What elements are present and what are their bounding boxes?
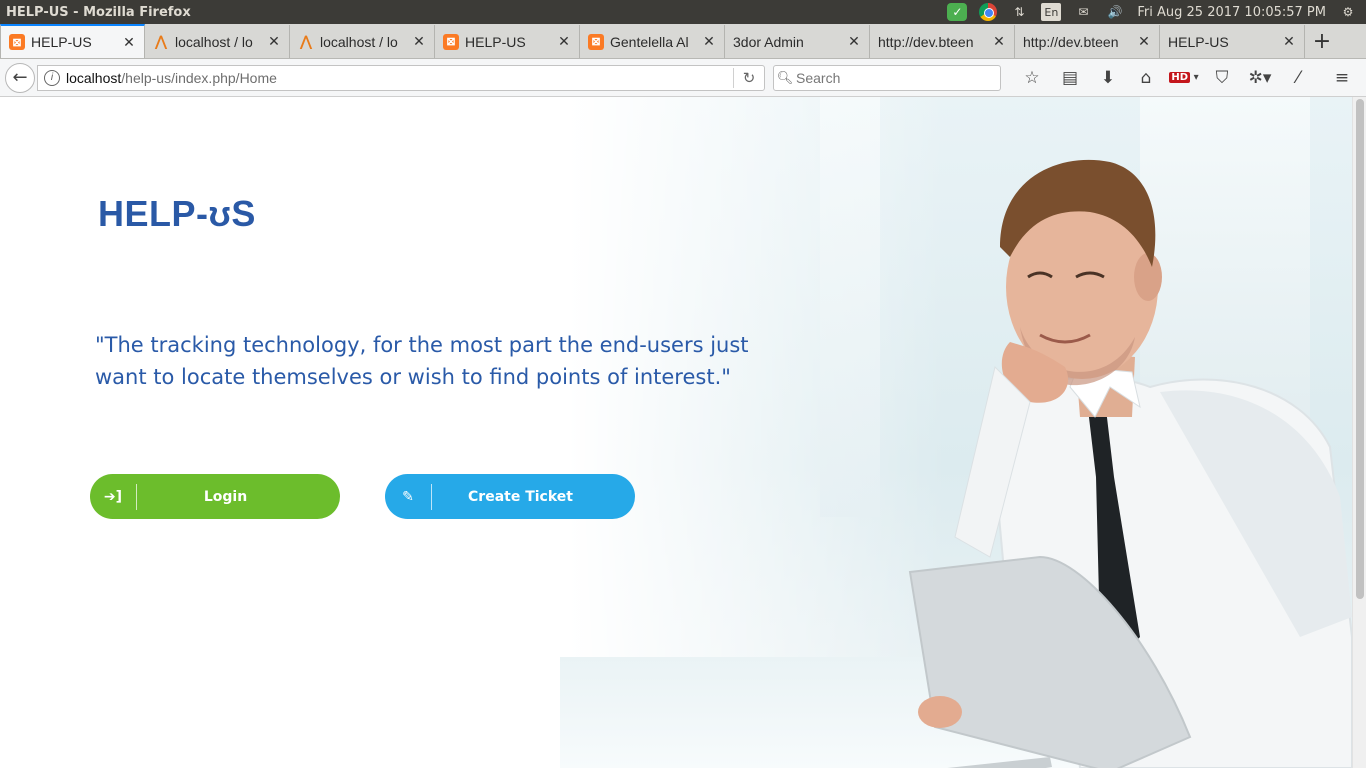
close-icon[interactable]: ✕ <box>992 33 1006 50</box>
edit-icon: ✎ <box>402 488 414 505</box>
xampp-icon: ⊠ <box>588 33 604 50</box>
tab-label: localhost / lo <box>320 33 398 50</box>
tab-label: HELP-US <box>1168 33 1229 50</box>
page-content: HELP-ʊS "The tracking technology, for th… <box>0 97 1352 768</box>
tab-label: http://dev.bteen <box>878 33 974 50</box>
os-top-bar: HELP-US - Mozilla Firefox ✓ ⇅ En ✉ 🔊 Fri… <box>0 0 1366 24</box>
settings-gear-icon[interactable]: ⚙ <box>1338 3 1358 21</box>
volume-icon[interactable]: 🔊 <box>1105 3 1125 21</box>
tab-dev-bteen-1[interactable]: http://dev.bteen ✕ <box>870 25 1015 58</box>
search-icon: 🔍︎ <box>776 69 794 85</box>
tab-label: HELP-US <box>465 33 526 50</box>
page-scrollbar[interactable] <box>1352 97 1366 768</box>
tab-label: Gentelella Al <box>610 33 689 50</box>
login-button-label: Login <box>203 488 248 505</box>
close-icon[interactable]: ✕ <box>412 33 426 50</box>
download-arrow-icon[interactable]: ⬇ <box>1089 63 1127 93</box>
tab-localhost-2[interactable]: ⋀ localhost / lo ✕ <box>290 25 435 58</box>
mail-icon[interactable]: ✉ <box>1073 3 1093 21</box>
dropper-icon[interactable]: ⁄ <box>1279 63 1317 93</box>
hero-quote: "The tracking technology, for the most p… <box>95 333 749 389</box>
tab-label: HELP-US <box>31 34 92 50</box>
close-icon[interactable]: ✕ <box>557 33 571 50</box>
tab-strip: ⊠ HELP-US ✕ ⋀ localhost / lo ✕ ⋀ localho… <box>0 24 1366 59</box>
keyboard-language-indicator[interactable]: En <box>1041 3 1062 21</box>
network-icon[interactable]: ⇅ <box>1009 3 1029 21</box>
update-check-icon[interactable]: ✓ <box>947 3 968 21</box>
close-icon[interactable]: ✕ <box>702 33 716 50</box>
sign-in-icon: ➔] <box>103 488 123 505</box>
window-title: HELP-US - Mozilla Firefox <box>6 4 191 20</box>
tab-gentelella[interactable]: ⊠ Gentelella Al ✕ <box>580 25 725 58</box>
pocket-icon[interactable]: ⛉ <box>1203 63 1241 93</box>
new-tab-plus-icon[interactable]: + <box>1305 25 1339 58</box>
site-info-icon[interactable]: i <box>44 69 60 86</box>
close-icon[interactable]: ✕ <box>267 33 281 50</box>
reload-icon[interactable]: ↻ <box>734 69 764 87</box>
create-ticket-button-label: Create Ticket <box>468 488 573 505</box>
system-tray: ✓ ⇅ En ✉ 🔊 Fri Aug 25 2017 10:05:57 PM ⚙ <box>947 3 1366 21</box>
tab-dev-bteen-2[interactable]: http://dev.bteen ✕ <box>1015 25 1160 58</box>
tab-label: 3dor Admin <box>733 33 804 50</box>
tab-label: localhost / lo <box>175 33 253 50</box>
man-with-laptop-image <box>908 159 1352 768</box>
hamburger-menu-icon[interactable]: ≡ <box>1323 63 1361 93</box>
create-ticket-button[interactable]: ✎ Create Ticket <box>385 474 635 519</box>
tab-help-us-2[interactable]: ⊠ HELP-US ✕ <box>435 25 580 58</box>
xampp-icon: ⊠ <box>9 34 25 50</box>
home-icon[interactable]: ⌂ <box>1127 63 1165 93</box>
tab-help-us-3[interactable]: HELP-US ✕ <box>1160 25 1305 58</box>
phpmyadmin-icon: ⋀ <box>155 33 167 49</box>
site-logo[interactable]: HELP-ʊS <box>98 193 256 235</box>
url-bar[interactable]: i localhost/help-us/index.php/Home ↻ <box>37 64 765 91</box>
bookmark-star-icon[interactable]: ☆ <box>1013 63 1051 93</box>
reading-list-icon[interactable]: ▤ <box>1051 63 1089 93</box>
toolbar-icons: ☆ ▤ ⬇ ⌂ HD ▾ ⛉ ✲▾ ⁄ ≡ <box>1013 63 1361 93</box>
tab-help-us-active[interactable]: ⊠ HELP-US ✕ <box>0 24 145 58</box>
search-bar[interactable]: 🔍︎ <box>773 64 1001 91</box>
scrollbar-thumb[interactable] <box>1356 99 1364 599</box>
phpmyadmin-icon: ⋀ <box>300 33 312 49</box>
close-icon[interactable]: ✕ <box>1137 33 1151 50</box>
close-icon[interactable]: ✕ <box>122 34 136 51</box>
url-host: localhost <box>66 69 122 86</box>
tab-localhost-1[interactable]: ⋀ localhost / lo ✕ <box>145 25 290 58</box>
close-icon[interactable]: ✕ <box>847 33 861 50</box>
chrome-icon[interactable] <box>979 3 998 21</box>
tab-3dor-admin[interactable]: 3dor Admin ✕ <box>725 25 870 58</box>
hd-video-icon[interactable]: HD ▾ <box>1165 63 1203 93</box>
login-button[interactable]: ➔] Login <box>90 474 340 519</box>
clock[interactable]: Fri Aug 25 2017 10:05:57 PM <box>1137 5 1326 20</box>
back-arrow-icon[interactable]: ← <box>5 62 35 93</box>
search-input[interactable] <box>796 69 986 86</box>
url-path: /help-us/index.php/Home <box>121 69 277 86</box>
tab-label: http://dev.bteen <box>1023 33 1119 50</box>
background-window-light <box>820 97 880 517</box>
extension-icon[interactable]: ✲▾ <box>1241 63 1279 93</box>
xampp-icon: ⊠ <box>443 33 459 50</box>
navigation-toolbar: ← i localhost/help-us/index.php/Home ↻ 🔍… <box>0 59 1366 97</box>
close-icon[interactable]: ✕ <box>1282 33 1296 50</box>
